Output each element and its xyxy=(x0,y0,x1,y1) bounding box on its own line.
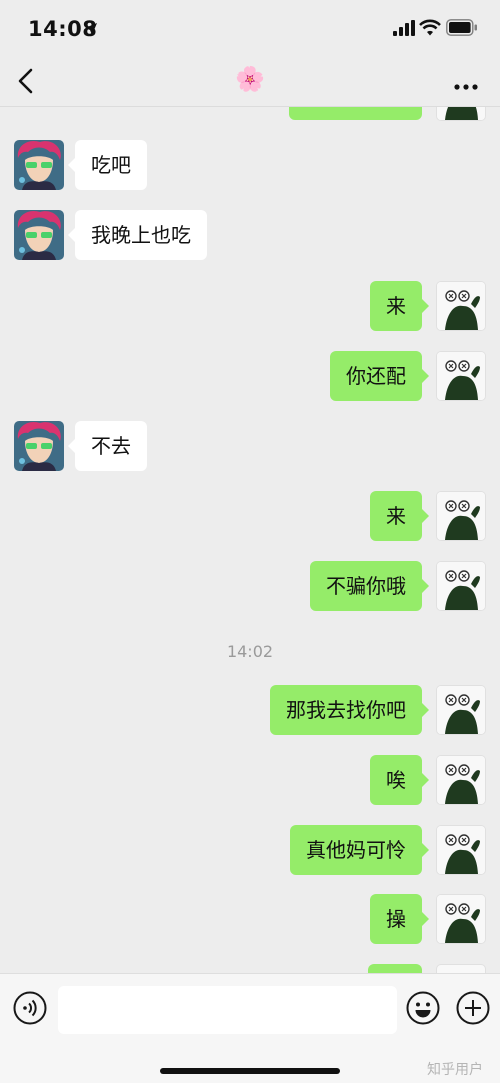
avatar-self[interactable] xyxy=(436,351,486,401)
status-bar: 14:08 xyxy=(0,0,500,56)
avatar-self[interactable] xyxy=(436,964,486,973)
avatar-self[interactable] xyxy=(436,825,486,875)
message-bubble-sent[interactable]: 唉 xyxy=(370,755,429,805)
message-bubble-sent[interactable] xyxy=(368,964,422,973)
message-bubble-received[interactable]: 不去 xyxy=(68,421,147,471)
avatar-self[interactable] xyxy=(436,755,486,805)
voice-icon[interactable] xyxy=(12,990,48,1030)
avatar-self[interactable] xyxy=(436,685,486,735)
watermark: 知乎用户 xyxy=(427,1062,483,1078)
input-bar: 知乎用户 xyxy=(0,973,500,1083)
message-bubble-sent[interactable]: 你还配 xyxy=(330,351,429,401)
location-arrow-icon xyxy=(84,21,98,40)
message-bubble-sent[interactable]: 来 xyxy=(370,281,429,331)
avatar-self[interactable] xyxy=(436,491,486,541)
avatar-self[interactable] xyxy=(436,561,486,611)
message-bubble-sent[interactable]: 真他妈可怜 xyxy=(290,825,429,875)
avatar-self[interactable] xyxy=(436,894,486,944)
home-indicator[interactable] xyxy=(160,1068,340,1074)
message-bubble-received[interactable]: 我晚上也吃 xyxy=(68,210,207,260)
message-bubble-received[interactable]: 吃吧 xyxy=(68,140,147,190)
avatar-contact[interactable] xyxy=(14,210,64,260)
avatar-contact[interactable] xyxy=(14,421,64,471)
avatar-self[interactable] xyxy=(436,281,486,331)
message-input[interactable] xyxy=(58,986,397,1034)
battery-icon xyxy=(446,19,478,40)
avatar-self[interactable] xyxy=(436,107,486,121)
message-list[interactable]: 吃吧 我晚上也吃 来 你还配 不去 来 不骗你哦 14:02 那我去找你吧 唉 … xyxy=(0,107,500,973)
message-bubble-sent[interactable]: 操 xyxy=(370,894,429,944)
message-bubble-sent[interactable]: 来 xyxy=(370,491,429,541)
avatar-contact[interactable] xyxy=(14,140,64,190)
message-bubble-sent[interactable]: 不骗你哦 xyxy=(310,561,429,611)
message-bubble-sent[interactable]: 那我去找你吧 xyxy=(270,685,429,735)
wifi-icon xyxy=(419,19,441,40)
emoji-icon[interactable] xyxy=(405,990,441,1030)
chat-title: 🌸 xyxy=(235,65,265,93)
more-dots-icon[interactable] xyxy=(454,76,478,95)
message-timestamp: 14:02 xyxy=(226,642,274,661)
chat-header: 🌸 xyxy=(0,56,500,107)
message-bubble-sent[interactable] xyxy=(289,107,422,120)
plus-icon[interactable] xyxy=(455,990,491,1030)
cellular-signal-icon xyxy=(393,20,415,40)
